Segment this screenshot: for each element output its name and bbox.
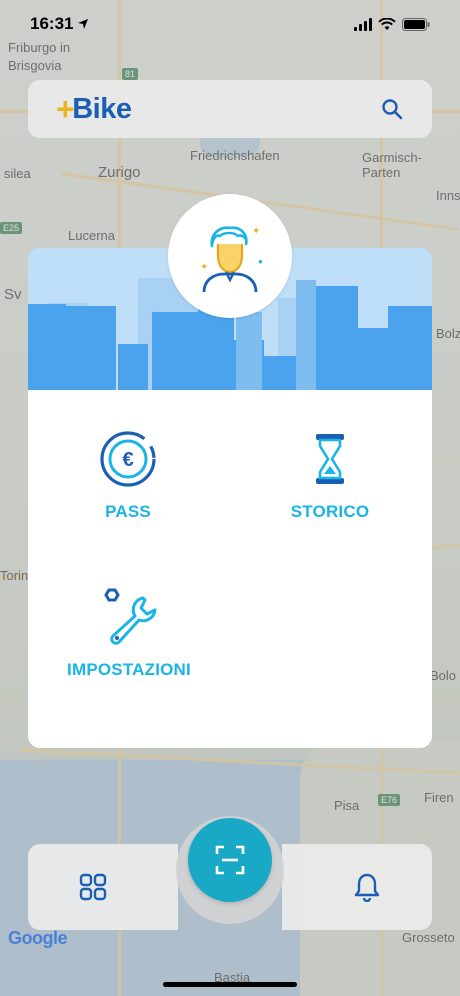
menu-item-impostazioni[interactable]: IMPOSTAZIONI (58, 586, 200, 680)
google-attribution[interactable]: Google (8, 928, 68, 949)
svg-text:●: ● (258, 257, 263, 266)
grid-icon (79, 873, 107, 901)
svg-text:€: € (122, 449, 133, 471)
user-profile-icon: ✦ ✦ ● (200, 226, 263, 293)
status-icons (354, 17, 430, 31)
hourglass-icon (316, 434, 344, 484)
google-logo-text: Google (8, 928, 68, 948)
svg-text:✦: ✦ (252, 226, 260, 237)
menu-item-pass[interactable]: € PASS (81, 430, 175, 522)
wifi-icon (378, 17, 396, 30)
signal-icon (354, 17, 372, 31)
status-time: 16:31 (30, 14, 89, 34)
status-bar: 16:31 (0, 0, 460, 48)
clock: 16:31 (30, 14, 74, 33)
svg-text:✦: ✦ (200, 262, 208, 273)
euro-coin-icon: € (100, 431, 156, 487)
search-icon[interactable] (380, 97, 404, 121)
home-indicator (163, 982, 297, 987)
wrench-icon (104, 588, 157, 645)
profile-menu-modal: € PASS STORICO IMPOSTAZIONI (28, 248, 432, 748)
scan-qr-button[interactable] (188, 818, 272, 902)
menu-grid: € PASS STORICO IMPOSTAZIONI (28, 390, 432, 748)
menu-label-impostazioni: IMPOSTAZIONI (67, 660, 191, 679)
location-arrow-icon (78, 19, 89, 29)
app-header: + Bike (28, 80, 432, 138)
menu-item-storico[interactable]: STORICO (283, 430, 377, 522)
logo-text: Bike (72, 92, 132, 125)
menu-label-storico: STORICO (290, 502, 370, 521)
menu-label-pass: PASS (105, 502, 151, 521)
user-avatar[interactable]: ✦ ✦ ● (168, 194, 292, 318)
scan-icon (215, 845, 245, 875)
nav-menu-button[interactable] (28, 844, 178, 930)
bell-icon (354, 873, 380, 902)
notifications-button[interactable] (282, 844, 432, 930)
app-logo: + Bike (56, 91, 132, 128)
battery-icon (402, 17, 430, 31)
